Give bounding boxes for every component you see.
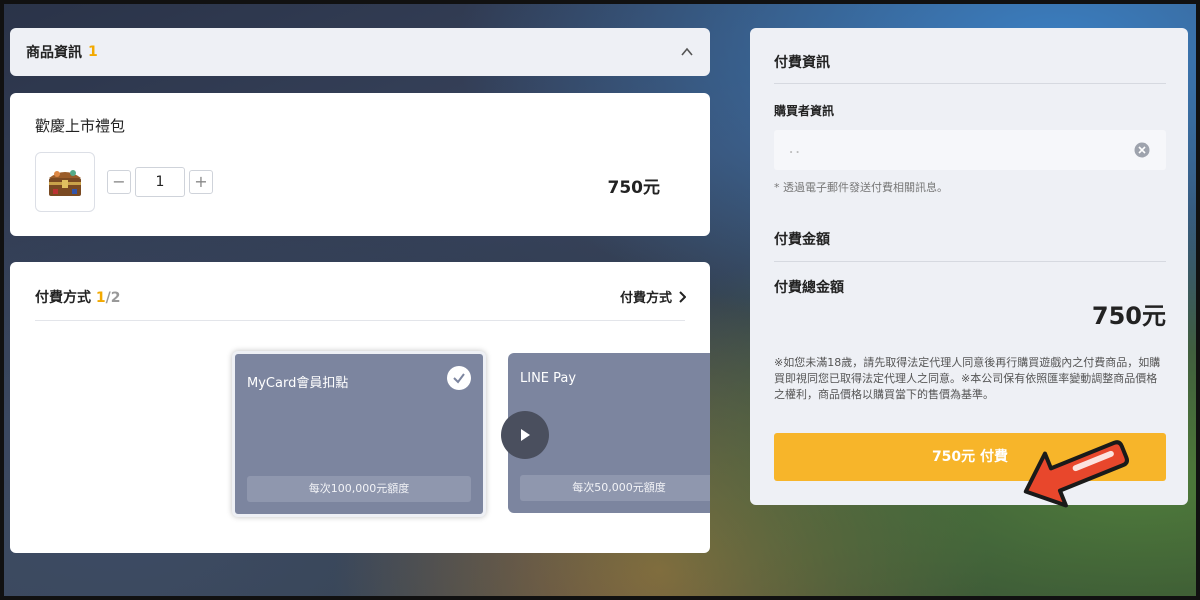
payment-option-limit: 每次50,000元額度: [520, 475, 710, 501]
amount-title: 付費金額: [774, 232, 830, 248]
quantity-input[interactable]: 1: [135, 167, 185, 197]
product-thumbnail: [35, 152, 95, 212]
quantity-stepper: − 1 +: [107, 167, 213, 197]
checkmark-icon: [447, 366, 471, 390]
checkout-title: 付費資訊: [774, 55, 830, 71]
decrease-button[interactable]: −: [107, 170, 131, 194]
product-name: 歡慶上市禮包: [35, 117, 126, 135]
chevron-right-icon: [679, 290, 686, 303]
payment-method-title-text: 付費方式: [35, 290, 91, 306]
payment-option-name: MyCard會員扣點: [247, 376, 349, 391]
pointer-arrow-icon: [1023, 440, 1129, 508]
email-value: ．．: [788, 142, 808, 157]
carousel-next-button[interactable]: [501, 411, 549, 459]
divider: [774, 83, 1166, 84]
payment-method-link-label: 付費方式: [619, 291, 672, 306]
payment-option-mycard[interactable]: MyCard會員扣點 每次100,000元額度: [232, 351, 486, 517]
chevron-up-icon[interactable]: [680, 45, 694, 59]
product-card: 歡慶上市禮包 − 1 + 750元: [10, 93, 710, 236]
play-arrow-icon: [521, 429, 530, 441]
product-price: 750元: [607, 178, 661, 198]
total-value: 750元: [1091, 302, 1166, 330]
treasure-chest-icon: [49, 170, 81, 196]
product-info-header[interactable]: 商品資訊 1: [10, 28, 710, 76]
divider: [774, 261, 1166, 262]
increase-button[interactable]: +: [189, 170, 213, 194]
email-note: * 透過電子郵件發送付費相關訊息。: [774, 181, 948, 194]
payment-method-title: 付費方式 1/2: [35, 287, 120, 307]
payment-page-current: 1: [95, 290, 106, 306]
buyer-info-label: 購買者資訊: [774, 104, 835, 118]
payment-method-link[interactable]: 付費方式: [620, 287, 686, 306]
product-info-title: 商品資訊: [26, 45, 82, 61]
payment-page-total: /2: [105, 290, 121, 306]
product-count: 1: [88, 44, 98, 60]
email-field[interactable]: ．．: [774, 130, 1166, 170]
payment-option-name: LINE Pay: [520, 371, 577, 386]
payment-method-card: 付費方式 1/2 付費方式 MyCard會員扣點 每次100,000元額度 LI…: [10, 262, 710, 553]
clear-icon[interactable]: [1134, 142, 1150, 158]
total-label: 付費總金額: [774, 280, 844, 296]
disclaimer-text: ※如您未滿18歲，請先取得法定代理人同意後再行購買遊戲內之付費商品，如購買即視同…: [774, 356, 1161, 401]
payment-option-limit: 每次100,000元額度: [247, 476, 471, 502]
divider: [35, 320, 685, 321]
